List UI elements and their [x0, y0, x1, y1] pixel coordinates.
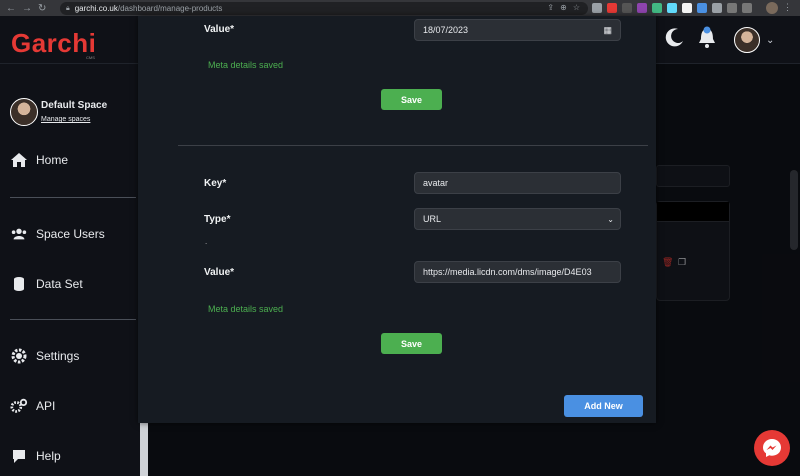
extension-icon[interactable]: [667, 3, 677, 13]
extension-icon[interactable]: [682, 3, 692, 13]
messenger-icon: [763, 439, 781, 457]
extension-icon[interactable]: [697, 3, 707, 13]
brand-logo[interactable]: Garchi: [11, 28, 96, 59]
type-label: Type*: [204, 214, 231, 225]
sidebar-item-home[interactable]: Home: [10, 152, 68, 168]
sidebar-item-label: Home: [36, 153, 69, 167]
sidebar-item-help[interactable]: Help: [10, 448, 61, 464]
save-button[interactable]: Save: [381, 333, 442, 354]
meta-details-modal: Value* 18/07/2023 ▦ Meta details saved S…: [138, 16, 656, 423]
sidebar-item-settings[interactable]: Settings: [10, 348, 79, 364]
browser-profile-avatar[interactable]: [766, 2, 778, 14]
install-icon[interactable]: ⊕: [560, 3, 567, 12]
database-icon: [14, 277, 24, 291]
meta-saved-status: Meta details saved: [208, 304, 284, 314]
sidebar-toggle-icon[interactable]: [742, 3, 752, 13]
sidebar-item-label: Space Users: [36, 227, 105, 241]
extension-icon[interactable]: [712, 3, 722, 13]
browser-nav-buttons: ← → ↻: [0, 3, 46, 14]
extension-icon[interactable]: [592, 3, 602, 13]
sidebar-item-label: Help: [36, 449, 61, 463]
extension-icon[interactable]: [607, 3, 617, 13]
share-icon[interactable]: ⇪: [547, 3, 554, 12]
brand-logo-sub: CMS: [86, 55, 95, 60]
browser-toolbar: ← → ↻ 🔒︎ garchi.co.uk/dashboard/manage-p…: [0, 0, 800, 16]
home-icon: [11, 153, 27, 167]
sidebar-item-label: Data Set: [36, 277, 83, 291]
moon-icon[interactable]: [662, 26, 686, 50]
user-avatar[interactable]: [734, 27, 760, 53]
kebab-menu-icon[interactable]: ⋮: [783, 2, 792, 13]
sidebar-item-label: API: [36, 399, 56, 413]
puzzle-icon[interactable]: [727, 3, 737, 13]
select-chevron-icon: ⌄: [607, 214, 614, 224]
address-bar[interactable]: 🔒︎ garchi.co.uk/dashboard/manage-product…: [60, 2, 588, 15]
sidebar-divider: [10, 197, 136, 198]
extension-icon[interactable]: [637, 3, 647, 13]
add-new-button[interactable]: Add New: [564, 395, 643, 417]
date-value-input[interactable]: 18/07/2023 ▦: [414, 19, 621, 41]
type-select[interactable]: URL ⌄: [414, 208, 621, 230]
value-label: Value*: [204, 24, 235, 35]
bell-icon[interactable]: [696, 26, 718, 50]
gear-icon: [11, 348, 27, 364]
reload-icon[interactable]: ↻: [38, 3, 46, 14]
sidebar-divider: [10, 319, 136, 320]
section-divider: [178, 145, 648, 146]
sidebar-item-label: Settings: [36, 349, 80, 363]
key-input[interactable]: avatar: [414, 172, 621, 194]
manage-spaces-link[interactable]: Manage spaces: [41, 116, 90, 123]
extension-icon[interactable]: [652, 3, 662, 13]
separator-dot: .: [205, 237, 208, 246]
chat-icon: [13, 450, 25, 463]
key-label: Key*: [204, 178, 227, 189]
value-label: Value*: [204, 267, 235, 278]
meta-saved-status: Meta details saved: [208, 60, 284, 70]
messenger-chat-button[interactable]: [754, 430, 790, 466]
save-button[interactable]: Save: [381, 89, 442, 110]
sidebar-item-data-set[interactable]: Data Set: [10, 276, 83, 292]
back-icon[interactable]: ←: [6, 3, 16, 14]
chevron-down-icon[interactable]: ⌄: [766, 35, 774, 46]
extension-icon[interactable]: [622, 3, 632, 13]
url-host: garchi.co.uk: [74, 4, 118, 13]
bookmark-star-icon[interactable]: ☆: [573, 3, 580, 12]
sidebar-item-space-users[interactable]: Space Users: [10, 226, 105, 242]
gears-icon: [10, 398, 28, 413]
users-icon: [11, 228, 27, 240]
value-input[interactable]: https://media.licdn.com/dms/image/D4E03: [414, 261, 621, 283]
url-path: /dashboard/manage-products: [117, 4, 223, 13]
forward-icon[interactable]: →: [22, 3, 32, 14]
extension-icons: [592, 3, 752, 13]
sidebar-item-api[interactable]: API: [10, 398, 55, 414]
lock-icon: 🔒︎: [66, 4, 70, 12]
space-avatar: [10, 98, 38, 126]
calendar-icon[interactable]: ▦: [603, 25, 612, 36]
space-name: Default Space: [41, 100, 108, 111]
